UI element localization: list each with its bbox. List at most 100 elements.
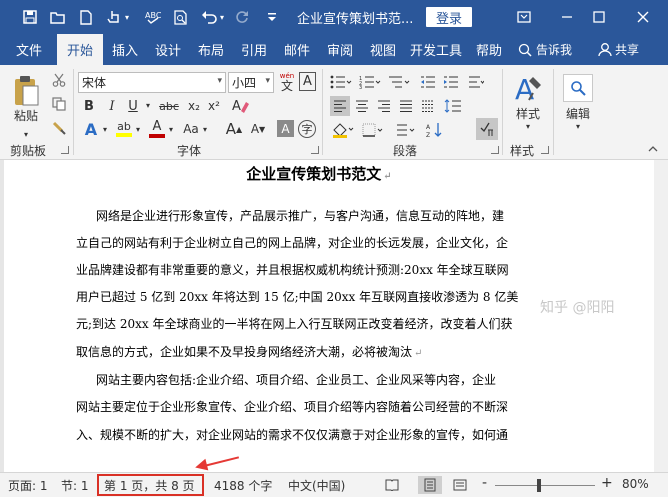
decrease-indent-icon[interactable]: [418, 72, 438, 92]
multilevel-list-icon[interactable]: [386, 72, 412, 92]
numbering-icon[interactable]: 123: [357, 72, 383, 92]
change-case-dropdown-icon[interactable]: ▾: [201, 122, 209, 136]
editing-button[interactable]: 编辑 ▾: [558, 71, 598, 133]
touch-mode-dropdown-icon[interactable]: ▾: [122, 7, 132, 27]
tab-layout[interactable]: 布局: [191, 34, 231, 65]
zoom-slider-track[interactable]: [495, 485, 595, 486]
styles-button[interactable]: A 样式 ▾: [507, 71, 549, 133]
customize-qat-icon[interactable]: [262, 7, 282, 27]
show-hide-marks-icon[interactable]: [476, 118, 498, 140]
spelling-check-icon[interactable]: ABC: [143, 7, 163, 27]
tab-review[interactable]: 审阅: [320, 34, 360, 65]
subscript-button[interactable]: x₂: [184, 96, 204, 116]
tab-file[interactable]: 文件: [6, 34, 52, 65]
change-case-button[interactable]: Aa: [180, 118, 202, 140]
zoom-slider-thumb[interactable]: [537, 479, 541, 492]
cut-icon[interactable]: [50, 71, 68, 89]
share-button[interactable]: 共享: [598, 34, 639, 65]
character-shading-icon[interactable]: A: [277, 120, 294, 137]
paste-button[interactable]: 粘贴: [8, 71, 44, 127]
highlight-dropdown-icon[interactable]: ▾: [134, 122, 142, 136]
distributed-icon[interactable]: [418, 96, 438, 116]
tab-design[interactable]: 设计: [148, 34, 188, 65]
text-highlight-button[interactable]: ab: [113, 118, 135, 140]
clipboard-dialog-launcher[interactable]: [61, 146, 69, 154]
touch-mode-icon[interactable]: [104, 7, 124, 27]
strikethrough-button[interactable]: abc: [156, 96, 182, 116]
font-color-dropdown-icon[interactable]: ▾: [167, 122, 175, 136]
paragraph-dialog-launcher[interactable]: [491, 146, 499, 154]
align-center-icon[interactable]: [352, 96, 372, 116]
tell-me-search[interactable]: 告诉我: [518, 34, 572, 65]
section-status[interactable]: 节: 1: [61, 477, 89, 494]
shrink-font-button[interactable]: A ▼: [248, 118, 268, 140]
vertical-scrollbar[interactable]: [654, 160, 668, 472]
styles-dialog-launcher[interactable]: [541, 146, 549, 154]
minimize-icon[interactable]: [554, 5, 580, 29]
open-folder-icon[interactable]: [48, 7, 68, 27]
page-number-status[interactable]: 页面: 1: [8, 477, 48, 494]
superscript-button[interactable]: x²: [204, 96, 224, 116]
shading-icon[interactable]: [330, 120, 356, 140]
enclose-characters-icon[interactable]: 字: [298, 120, 316, 138]
bold-button[interactable]: B: [80, 96, 98, 116]
ribbon-display-options-icon[interactable]: [511, 5, 537, 29]
new-document-icon[interactable]: [76, 7, 96, 27]
asian-layout-icon[interactable]: [394, 120, 418, 140]
underline-dropdown-icon[interactable]: ▾: [143, 98, 153, 112]
tab-view[interactable]: 视图: [363, 34, 403, 65]
tab-help[interactable]: 帮助: [471, 34, 507, 65]
borders-icon[interactable]: [360, 120, 386, 140]
grow-font-button[interactable]: A ▲: [224, 118, 244, 140]
save-icon[interactable]: [20, 7, 40, 27]
svg-text:Z: Z: [426, 132, 430, 138]
italic-button[interactable]: I: [103, 96, 121, 116]
sort-icon[interactable]: AZ: [424, 120, 446, 140]
close-icon[interactable]: [630, 5, 656, 29]
underline-button[interactable]: U: [124, 96, 142, 116]
svg-text:A: A: [426, 124, 431, 131]
align-left-icon[interactable]: [330, 96, 350, 116]
tab-mailings[interactable]: 邮件: [277, 34, 317, 65]
phonetic-guide-button[interactable]: wén 文: [277, 70, 297, 94]
tab-developer[interactable]: 开发工具: [406, 34, 466, 65]
undo-icon[interactable]: [199, 7, 219, 27]
zoom-level[interactable]: 80%: [622, 477, 649, 491]
bullets-icon[interactable]: [328, 72, 354, 92]
collapse-ribbon-icon[interactable]: [646, 143, 660, 155]
tab-home[interactable]: 开始: [57, 34, 103, 65]
justify-icon[interactable]: [396, 96, 416, 116]
increase-indent-icon[interactable]: [441, 72, 461, 92]
font-name-combo[interactable]: 宋体 ▾: [78, 72, 226, 93]
web-layout-icon[interactable]: [448, 476, 472, 494]
line-spacing-icon[interactable]: [442, 96, 468, 116]
word-count-status[interactable]: 4188 个字: [214, 477, 272, 494]
font-color-button[interactable]: A: [146, 118, 168, 140]
print-preview-icon[interactable]: [171, 7, 191, 27]
clear-formatting-icon[interactable]: A: [230, 96, 252, 116]
undo-dropdown-icon[interactable]: ▾: [217, 7, 227, 27]
tab-references[interactable]: 引用: [234, 34, 274, 65]
tab-insert[interactable]: 插入: [105, 34, 145, 65]
redo-icon[interactable]: [232, 7, 252, 27]
page-count-status[interactable]: 第 1 页，共 8 页: [104, 477, 195, 494]
read-mode-icon[interactable]: [380, 476, 404, 494]
print-layout-icon[interactable]: [418, 476, 442, 494]
maximize-icon[interactable]: [586, 5, 612, 29]
text-effects-dropdown-icon[interactable]: ▾: [101, 122, 109, 136]
char-border-button[interactable]: A: [299, 72, 316, 91]
login-button[interactable]: 登录: [426, 7, 472, 27]
paste-dropdown-icon[interactable]: ▾: [18, 129, 34, 139]
zoom-out-button[interactable]: -: [482, 475, 487, 491]
zoom-in-button[interactable]: +: [601, 475, 613, 491]
format-painter-icon[interactable]: [50, 119, 68, 137]
font-dialog-launcher[interactable]: [311, 146, 319, 154]
language-status[interactable]: 中文(中国): [288, 477, 345, 494]
paragraph-group-label: 段落: [393, 144, 418, 158]
text-effects-button[interactable]: A: [80, 118, 102, 140]
align-right-icon[interactable]: [374, 96, 394, 116]
font-size-combo[interactable]: 小四 ▾: [228, 72, 274, 93]
document-heading-text: 企业宣传策划书范文: [246, 165, 382, 183]
copy-icon[interactable]: [50, 95, 68, 113]
chinese-layout-icon[interactable]: [466, 72, 486, 92]
